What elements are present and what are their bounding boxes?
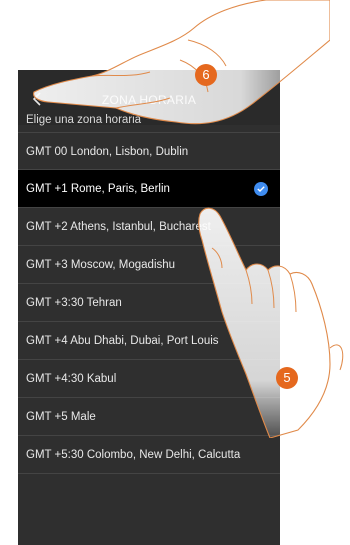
device-screen: ZONA HORARIA Elige una zona horaria GMT … xyxy=(18,70,280,545)
timezone-label: GMT +4:30 Kabul xyxy=(26,373,117,385)
timezone-label: GMT +3 Moscow, Mogadishu xyxy=(26,259,176,271)
timezone-item[interactable]: GMT +4 Abu Dhabi, Dubai, Port Louis xyxy=(18,322,280,360)
page-title: ZONA HORARIA xyxy=(101,93,197,107)
timezone-item[interactable]: GMT +3:30 Tehran xyxy=(18,284,280,322)
timezone-item[interactable]: GMT +2 Athens, Istanbul, Bucharest xyxy=(18,208,280,246)
timezone-label: GMT +5 Male xyxy=(26,411,96,423)
timezone-item[interactable]: GMT +3 Moscow, Mogadishu xyxy=(18,246,280,284)
timezone-label: GMT +1 Rome, Paris, Berlin xyxy=(26,183,170,195)
step-badge-back: 6 xyxy=(195,64,217,86)
timezone-item[interactable]: GMT 00 London, Lisbon, Dublin xyxy=(18,132,280,170)
timezone-list: GMT 00 London, Lisbon, Dublin GMT +1 Rom… xyxy=(18,132,280,474)
check-icon xyxy=(254,182,268,196)
timezone-label: GMT +4 Abu Dhabi, Dubai, Port Louis xyxy=(26,335,219,347)
timezone-label: GMT +3:30 Tehran xyxy=(26,297,122,309)
timezone-label: GMT 00 London, Lisbon, Dublin xyxy=(26,146,189,158)
timezone-item[interactable]: GMT +5:30 Colombo, New Delhi, Calcutta xyxy=(18,436,280,474)
timezone-item[interactable]: GMT +5 Male xyxy=(18,398,280,436)
timezone-label: GMT +2 Athens, Istanbul, Bucharest xyxy=(26,221,211,233)
step-badge-select: 5 xyxy=(276,367,298,389)
timezone-item[interactable]: GMT +4:30 Kabul xyxy=(18,360,280,398)
header-bar: ZONA HORARIA Elige una zona horaria xyxy=(18,70,280,126)
timezone-label: GMT +5:30 Colombo, New Delhi, Calcutta xyxy=(26,449,241,461)
timezone-item-selected[interactable]: GMT +1 Rome, Paris, Berlin xyxy=(18,170,280,208)
subtitle: Elige una zona horaria xyxy=(26,114,142,126)
